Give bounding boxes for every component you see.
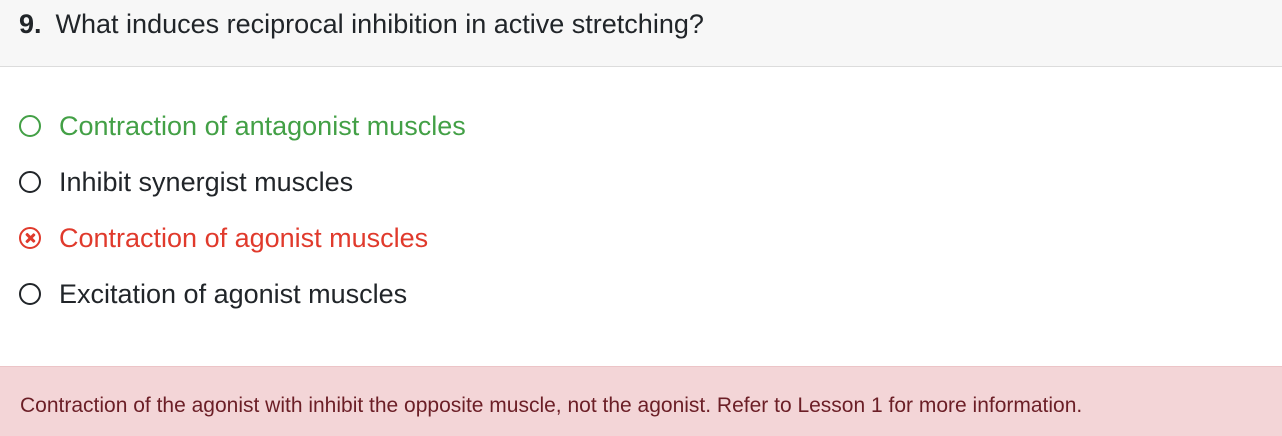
question-header: 9. What induces reciprocal inhibition in… bbox=[0, 0, 1282, 67]
option-correct[interactable]: Contraction of antagonist muscles bbox=[0, 98, 1282, 154]
option-label: Contraction of agonist muscles bbox=[59, 222, 429, 253]
answer-options: Contraction of antagonist muscles Inhibi… bbox=[0, 98, 1282, 322]
radio-icon[interactable] bbox=[19, 171, 41, 193]
option[interactable]: Excitation of agonist muscles bbox=[0, 266, 1282, 322]
option-label: Contraction of antagonist muscles bbox=[59, 110, 466, 141]
question-number: 9. bbox=[19, 8, 42, 39]
option[interactable]: Inhibit synergist muscles bbox=[0, 154, 1282, 210]
option-wrong[interactable]: Contraction of agonist muscles bbox=[0, 210, 1282, 266]
feedback-text: Contraction of the agonist with inhibit … bbox=[20, 393, 1083, 417]
option-label: Excitation of agonist muscles bbox=[59, 278, 408, 309]
question-text: What induces reciprocal inhibition in ac… bbox=[55, 8, 704, 39]
radio-icon[interactable] bbox=[19, 283, 41, 305]
option-label: Inhibit synergist muscles bbox=[59, 166, 354, 197]
radio-icon[interactable] bbox=[19, 115, 41, 137]
wrong-x-icon[interactable] bbox=[19, 227, 41, 249]
feedback-box: Contraction of the agonist with inhibit … bbox=[0, 366, 1282, 436]
